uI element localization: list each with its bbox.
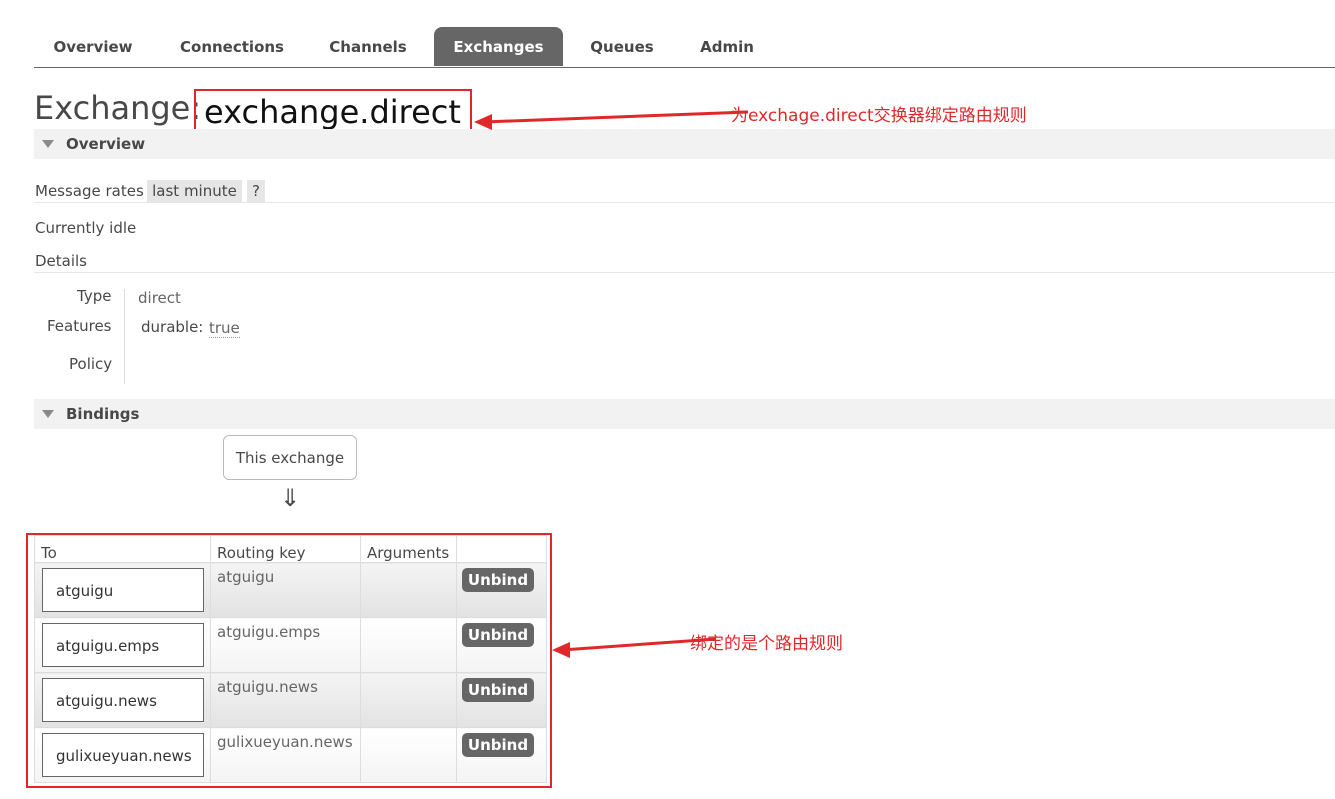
arrowhead-icon	[474, 114, 492, 130]
annotation-top: 为exchage.direct交换器绑定路由规则	[731, 106, 1027, 126]
annotation-arrow-title	[483, 110, 749, 124]
arrowhead-icon	[552, 642, 570, 658]
annotation-arrows	[474, 110, 749, 658]
annotation-bindings: 绑定的是个路由规则	[690, 634, 843, 654]
